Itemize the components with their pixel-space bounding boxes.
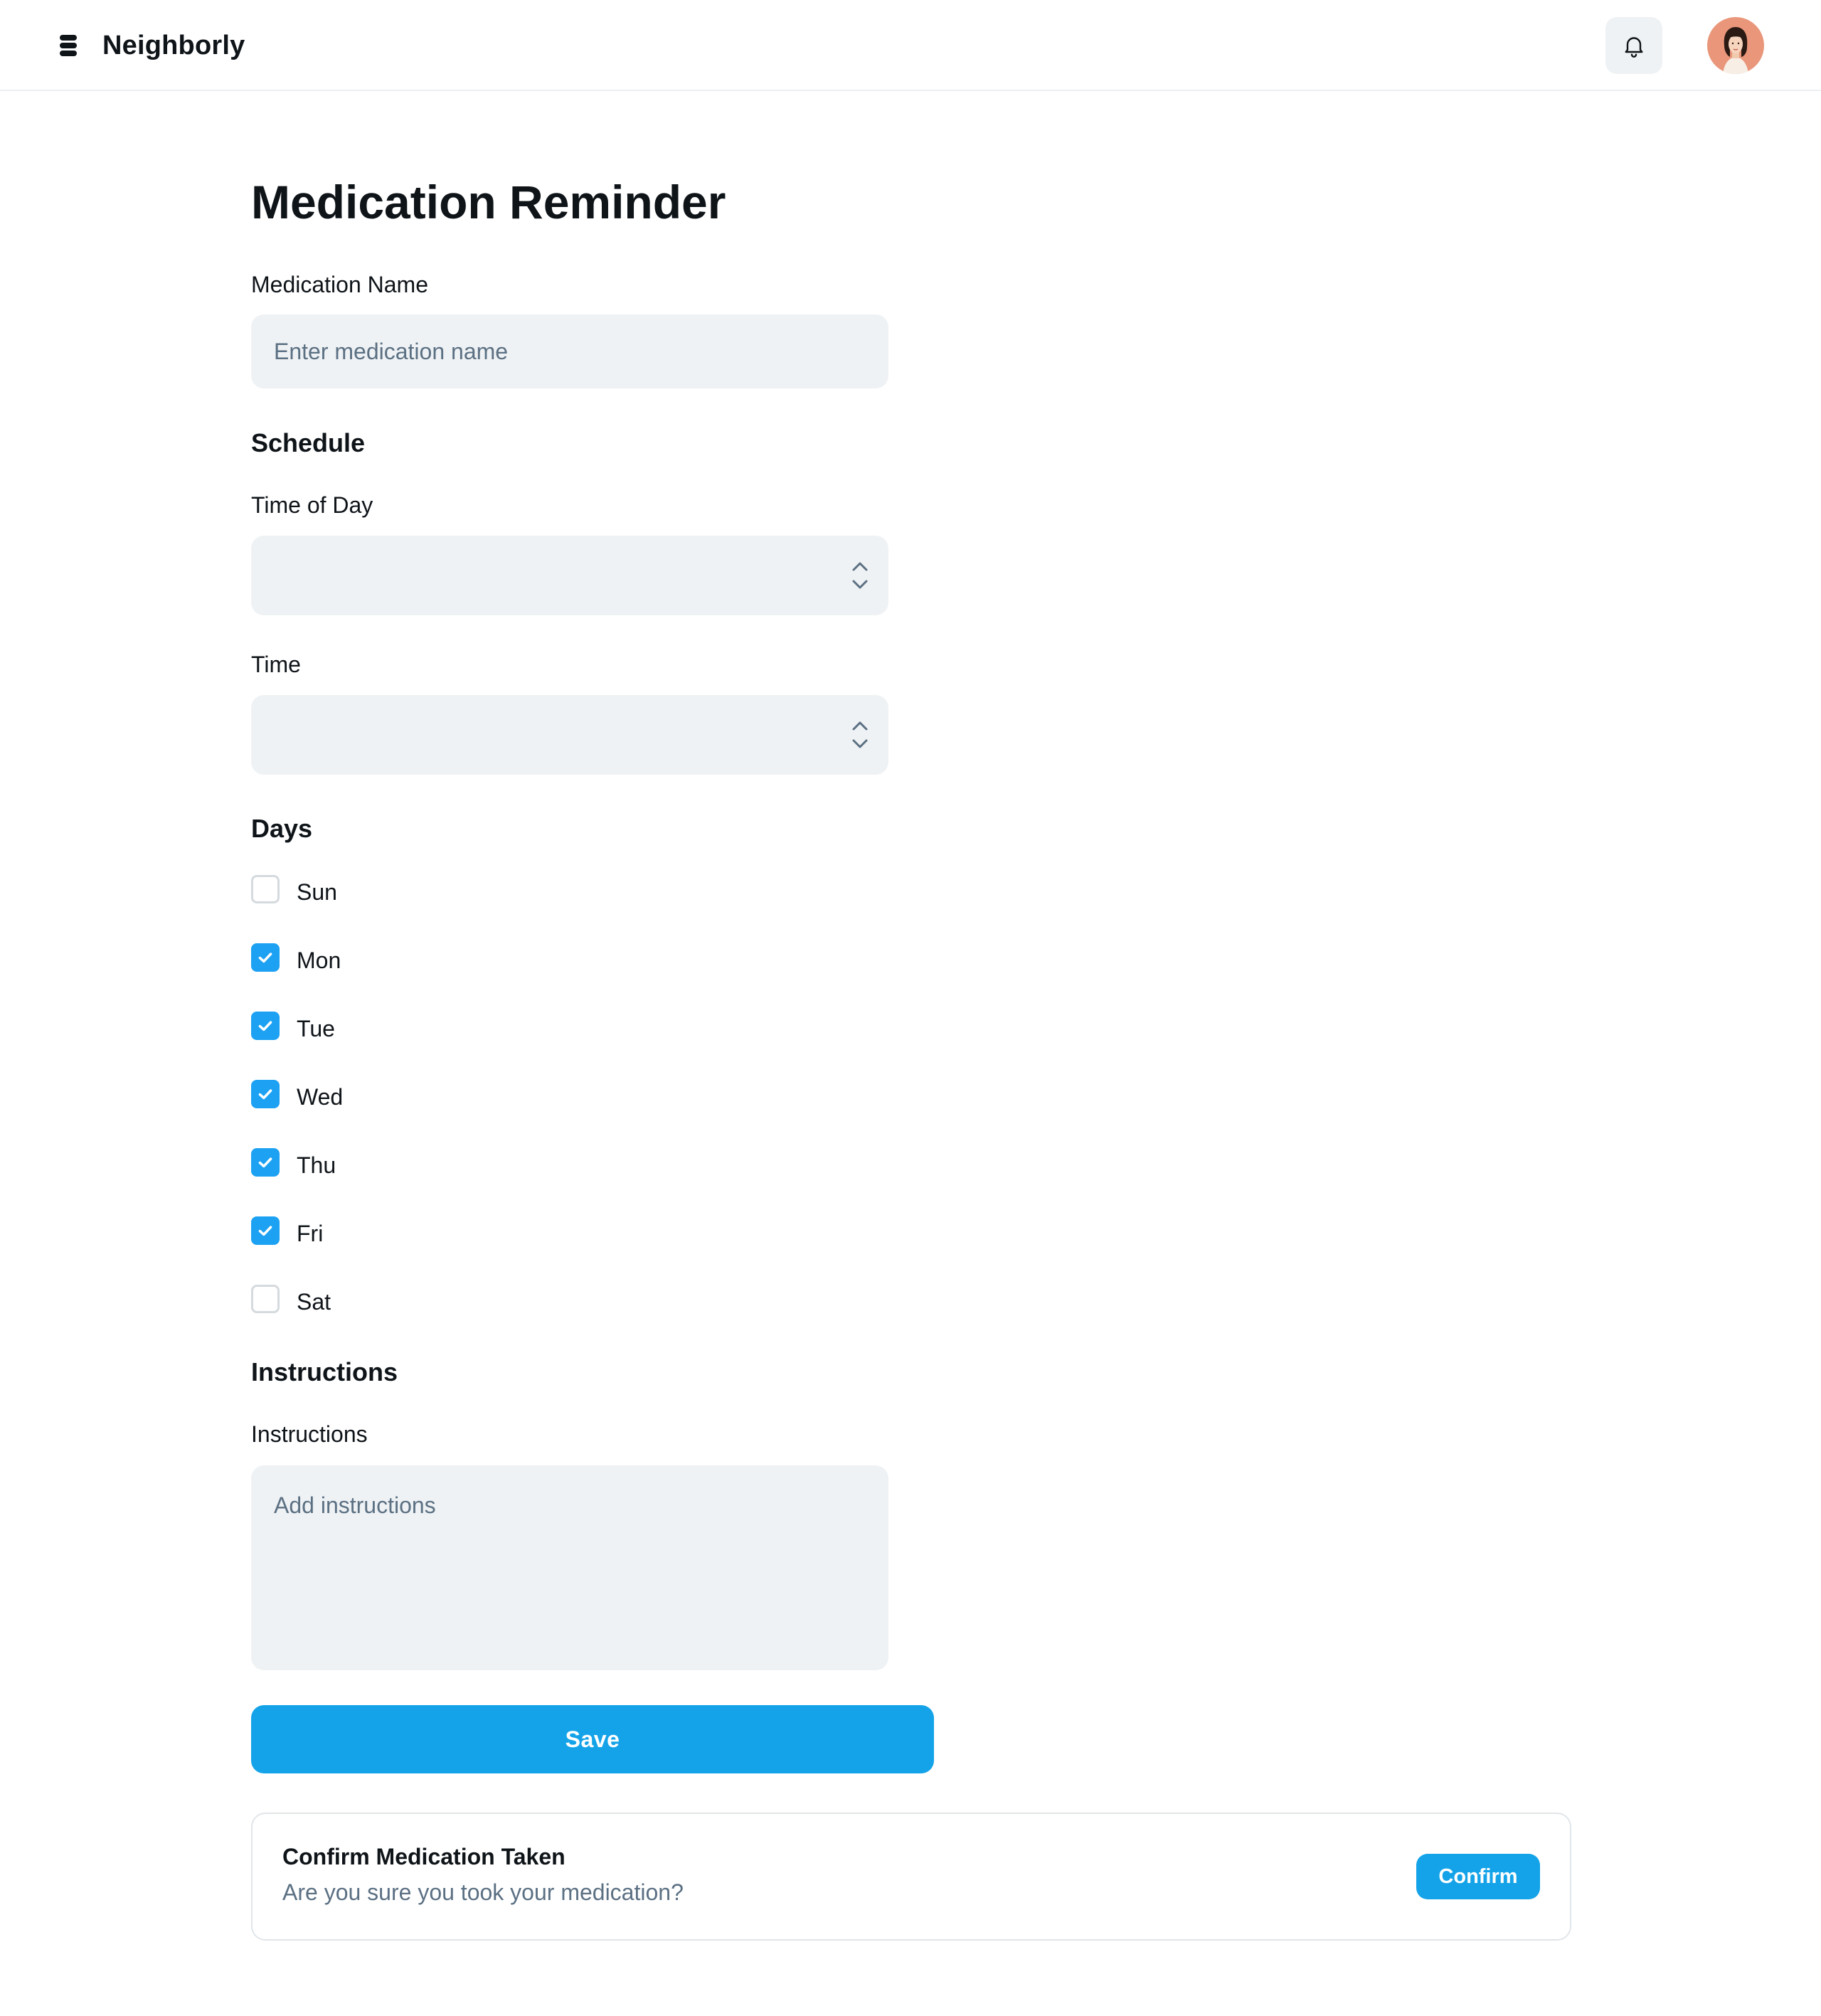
day-option-tue[interactable]: Tue [251,1010,335,1041]
days-heading: Days [251,814,313,843]
day-label: Sat [297,1288,331,1315]
confirm-button[interactable]: Confirm [1416,1854,1540,1899]
confirm-medication-card: Confirm Medication Taken Are you sure yo… [251,1813,1571,1941]
medication-name-label: Medication Name [251,272,428,297]
time-of-day-label: Time of Day [251,492,373,518]
day-checkbox[interactable] [251,1285,280,1313]
day-option-sat[interactable]: Sat [251,1283,331,1315]
day-label: Tue [297,1015,335,1041]
day-label: Mon [297,947,341,973]
stack-logo-icon [60,35,77,56]
confirm-message: Are you sure you took your medication? [282,1879,684,1905]
day-option-fri[interactable]: Fri [251,1215,323,1246]
checkmark-icon [258,1021,272,1031]
day-option-wed[interactable]: Wed [251,1078,343,1110]
time-of-day-select[interactable] [251,536,888,615]
page-title: Medication Reminder [251,176,726,228]
day-option-thu[interactable]: Thu [251,1147,336,1178]
instructions-label: Instructions [251,1421,368,1447]
checkmark-icon [258,1089,272,1100]
confirm-title: Confirm Medication Taken [282,1844,566,1869]
day-checkbox[interactable] [251,1216,280,1245]
instructions-heading: Instructions [251,1357,398,1386]
top-navigation-bar: Neighborly [0,0,1821,91]
day-label: Thu [297,1152,336,1178]
day-checkbox[interactable] [251,875,280,903]
day-option-sun[interactable]: Sun [251,874,337,905]
app-name: Neighborly [102,30,245,60]
checkmark-icon [258,953,272,963]
day-checkbox[interactable] [251,943,280,972]
time-label: Time [251,652,301,677]
instructions-textarea[interactable]: Add instructions [251,1465,888,1670]
save-button[interactable]: Save [251,1705,934,1773]
day-label: Fri [297,1220,324,1246]
checkmark-icon [258,1226,272,1236]
checkmark-icon [258,1157,272,1168]
instructions-placeholder: Add instructions [274,1492,436,1518]
day-checkbox[interactable] [251,1012,280,1040]
chevron-up-down-icon [852,721,868,748]
day-option-mon[interactable]: Mon [251,942,341,973]
brand[interactable]: Neighborly [55,27,245,64]
time-select[interactable] [251,695,888,775]
day-checkbox[interactable] [251,1148,280,1177]
medication-name-input[interactable]: Enter medication name [251,314,888,388]
medication-name-placeholder: Enter medication name [274,338,509,364]
avatar-image [1707,17,1764,74]
notifications-button[interactable] [1605,17,1662,74]
day-label: Wed [297,1083,344,1110]
chevron-up-down-icon [852,562,868,589]
user-avatar[interactable] [1707,17,1764,74]
bell-icon [1625,37,1643,58]
day-label: Sun [297,879,337,905]
day-checkbox[interactable] [251,1080,280,1108]
schedule-heading: Schedule [251,428,366,457]
